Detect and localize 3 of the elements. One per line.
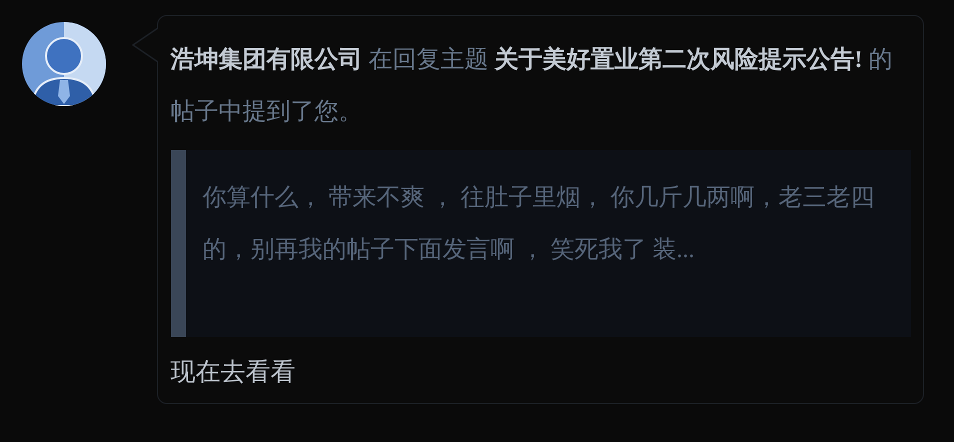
- view-now-link[interactable]: 现在去看看: [170, 355, 296, 388]
- notification-message: 浩坤集团有限公司 在回复主题 关于美好置业第二次风险提示公告! 的帖子中提到了您。: [170, 45, 894, 127]
- quote-text: 你算什么， 带来不爽 ， 往肚子里烟， 你几斤几两啊，老三老四的，别再我的帖子下面发言啊 ， 笑死我了 装...: [202, 185, 874, 263]
